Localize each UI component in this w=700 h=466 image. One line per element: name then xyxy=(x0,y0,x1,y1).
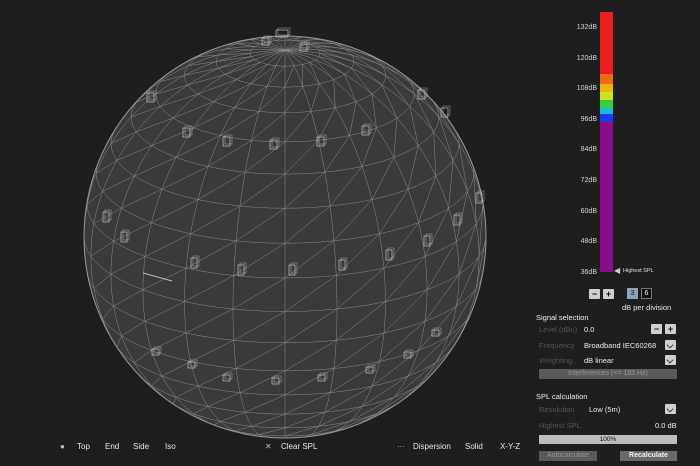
frequency-dropdown-button[interactable] xyxy=(665,340,676,350)
scale-tick-label: 84dB xyxy=(580,146,597,154)
recalculate-button[interactable]: Recalculate xyxy=(620,451,677,461)
view-end-button[interactable]: End xyxy=(105,442,119,451)
highest-spl-marker-icon: ◀ xyxy=(614,266,621,275)
clear-x-icon: ✕ xyxy=(265,442,272,451)
frequency-label: Frequency xyxy=(539,341,575,350)
resolution-label: Resolution xyxy=(539,405,575,414)
spl-color-bar xyxy=(600,12,613,272)
scale-tick-label: 36dB xyxy=(580,268,597,276)
scale-tick-label: 96dB xyxy=(580,115,597,123)
view-side-button[interactable]: Side xyxy=(133,442,149,451)
weighting-value[interactable]: dB linear xyxy=(584,356,614,365)
highest-spl-marker-label: Highest SPL xyxy=(623,268,654,274)
view-toolbar: ● Top End Side Iso ✕ Clear SPL ··· Dispe… xyxy=(0,436,530,456)
resolution-value[interactable]: Low (5m) xyxy=(589,405,620,414)
dotted-line-icon: ··· xyxy=(397,442,405,451)
dispersion-button[interactable]: Dispersion xyxy=(413,442,451,451)
interferences-button[interactable]: Interferences (<= 183 Hz) xyxy=(539,369,677,379)
view-iso-button[interactable]: Iso xyxy=(165,442,176,451)
spl-section-title: SPL calculation xyxy=(536,392,588,401)
frequency-value[interactable]: Broadband IEC60268 xyxy=(584,341,656,350)
highest-spl-value: 0.0 dB xyxy=(655,421,677,430)
clear-spl-button[interactable]: Clear SPL xyxy=(281,442,317,451)
level-value[interactable]: 0.0 xyxy=(584,325,594,334)
scale-tick-label: 120dB xyxy=(576,54,597,62)
resolution-dropdown-button[interactable] xyxy=(665,404,676,414)
division-label: dB per division xyxy=(622,303,672,312)
scale-tick-label: 108dB xyxy=(576,85,597,93)
view-dot-icon: ● xyxy=(60,442,65,451)
progress-label: 100% xyxy=(599,436,617,443)
signal-section-title: Signal selection xyxy=(536,313,589,322)
division-option-6[interactable]: 6 xyxy=(641,288,652,299)
xyz-button[interactable]: X-Y-Z xyxy=(500,442,520,451)
division-option-3[interactable]: 3 xyxy=(627,288,638,299)
division-minus-button[interactable]: − xyxy=(589,289,600,299)
level-label: Level (dBu) xyxy=(539,325,578,334)
solid-button[interactable]: Solid xyxy=(465,442,483,451)
wireframe-sphere[interactable] xyxy=(0,0,530,466)
weighting-dropdown-button[interactable] xyxy=(665,355,676,365)
sphere-viewport[interactable]: ● Top End Side Iso ✕ Clear SPL ··· Dispe… xyxy=(0,0,530,466)
scale-tick-label: 48dB xyxy=(580,238,597,246)
autocalculate-button[interactable]: Autocalculate xyxy=(539,451,597,461)
highest-spl-label: Highest SPL xyxy=(539,421,581,430)
level-minus-button[interactable]: − xyxy=(651,324,662,334)
level-plus-button[interactable]: + xyxy=(665,324,676,334)
division-plus-button[interactable]: + xyxy=(603,289,614,299)
scale-tick-label: 72dB xyxy=(580,177,597,184)
scale-tick-label: 132dB xyxy=(576,24,597,31)
weighting-label: Weighting xyxy=(539,356,573,365)
view-top-button[interactable]: Top xyxy=(77,442,90,451)
scale-tick-label: 60dB xyxy=(580,207,597,215)
